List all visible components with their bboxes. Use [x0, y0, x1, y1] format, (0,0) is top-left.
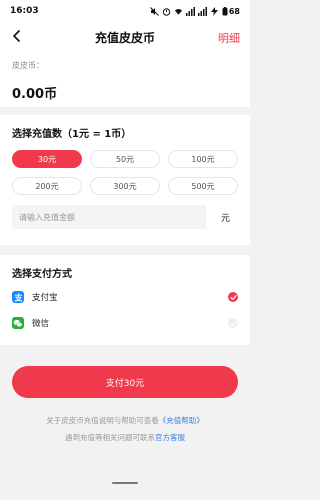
wechat-icon — [12, 317, 24, 329]
recharge-help-link[interactable]: 《充值帮助》 — [159, 416, 204, 425]
amount-option-30[interactable]: 30元 — [12, 150, 82, 168]
bottom-system-bar — [0, 460, 250, 500]
custom-amount-input[interactable] — [12, 205, 206, 229]
help-info-text: 关于皮皮币充值说明与帮助可查看 — [46, 416, 159, 425]
mute-icon — [150, 6, 159, 16]
amount-option-100[interactable]: 100元 — [168, 150, 238, 168]
amount-option-200[interactable]: 200元 — [12, 177, 82, 195]
amount-grid: 30元 50元 100元 200元 300元 500元 — [12, 150, 238, 195]
custom-amount-row: 元 — [12, 205, 238, 229]
payment-option-wechat[interactable]: 微信 — [12, 314, 238, 332]
home-indicator[interactable] — [112, 482, 138, 484]
wifi-icon — [174, 7, 183, 16]
wechat-label: 微信 — [32, 319, 50, 329]
payment-title: 选择支付方式 — [12, 269, 72, 280]
status-bar: 16:03 68 — [0, 0, 250, 22]
alipay-label: 支付宝 — [32, 293, 58, 303]
currency-unit: 元 — [221, 213, 231, 224]
balance-value: 0.00币 — [12, 87, 58, 102]
nav-header: 充值皮皮币 明细 — [0, 22, 250, 52]
alipay-radio-checked[interactable] — [228, 292, 238, 302]
details-link[interactable]: 明细 — [218, 30, 240, 46]
amount-option-300[interactable]: 300元 — [90, 177, 160, 195]
status-time: 16:03 — [10, 6, 39, 16]
status-icons: 68 — [150, 6, 240, 16]
signal-icon — [185, 6, 195, 16]
amount-option-50[interactable]: 50元 — [90, 150, 160, 168]
back-arrow-icon[interactable] — [10, 29, 24, 43]
support-info-text: 遇到充值等相关问题可联系 — [65, 433, 155, 442]
pay-button[interactable]: 支付30元 — [12, 366, 238, 398]
support-info-line: 遇到充值等相关问题可联系官方客服 — [0, 432, 250, 443]
svg-text:支: 支 — [14, 293, 23, 302]
customer-service-link[interactable]: 官方客服 — [155, 433, 185, 442]
alarm-icon — [162, 7, 171, 16]
wechat-radio-unchecked[interactable] — [228, 318, 238, 328]
payment-option-alipay[interactable]: 支 支付宝 — [12, 288, 238, 306]
recharge-title: 选择充值数（1元 = 1币） — [12, 129, 132, 140]
page-title: 充值皮皮币 — [94, 30, 155, 45]
signal-icon-2 — [197, 6, 207, 16]
alipay-icon: 支 — [12, 291, 24, 303]
charging-icon — [210, 6, 219, 16]
help-info-line: 关于皮皮币充值说明与帮助可查看《充值帮助》 — [0, 415, 250, 426]
recharge-section: 选择充值数（1元 = 1币） 30元 50元 100元 200元 300元 50… — [0, 115, 250, 245]
amount-option-500[interactable]: 500元 — [168, 177, 238, 195]
battery-indicator: 68 — [222, 6, 240, 16]
battery-level: 68 — [228, 6, 240, 16]
recharge-page: 16:03 68 充值皮皮币 明细 皮皮币： 0.00币 选择充值数（1元 = … — [0, 0, 250, 500]
balance-section: 皮皮币： 0.00币 — [0, 52, 250, 107]
payment-section: 选择支付方式 支 支付宝 微信 — [0, 255, 250, 345]
balance-label: 皮皮币： — [12, 61, 44, 70]
